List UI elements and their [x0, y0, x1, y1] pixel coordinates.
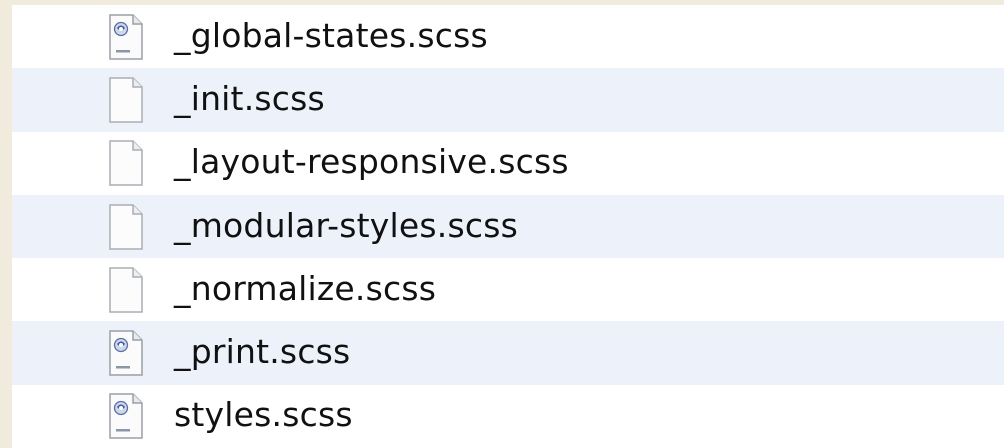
- file-row-modular-styles[interactable]: _modular-styles.scss: [12, 194, 1004, 259]
- script-doc-icon: [108, 13, 144, 60]
- blank-doc-icon: [108, 140, 144, 186]
- file-name: styles.scss: [174, 395, 353, 435]
- file-name: _print.scss: [174, 332, 351, 372]
- file-row-normalize[interactable]: _normalize.scss: [12, 258, 1004, 322]
- file-row-global-states[interactable]: _global-states.scss: [12, 5, 1004, 69]
- file-name: _layout-responsive.scss: [174, 142, 569, 182]
- file-list: _global-states.scss _init.scss _layout-r…: [12, 5, 1004, 448]
- script-doc-icon: [108, 393, 144, 440]
- file-name: _modular-styles.scss: [174, 205, 518, 245]
- script-doc-icon: [108, 330, 144, 376]
- blank-doc-icon: [108, 203, 144, 250]
- file-name: _init.scss: [174, 78, 325, 118]
- file-row-print[interactable]: _print.scss: [12, 321, 1004, 385]
- file-row-styles[interactable]: styles.scss: [12, 384, 1004, 448]
- blank-doc-icon: [108, 267, 144, 313]
- blank-doc-icon: [108, 77, 144, 123]
- file-row-init[interactable]: _init.scss: [12, 68, 1004, 132]
- file-name: _global-states.scss: [174, 15, 488, 55]
- file-name: _normalize.scss: [174, 268, 437, 308]
- file-row-layout-responsive[interactable]: _layout-responsive.scss: [12, 131, 1004, 195]
